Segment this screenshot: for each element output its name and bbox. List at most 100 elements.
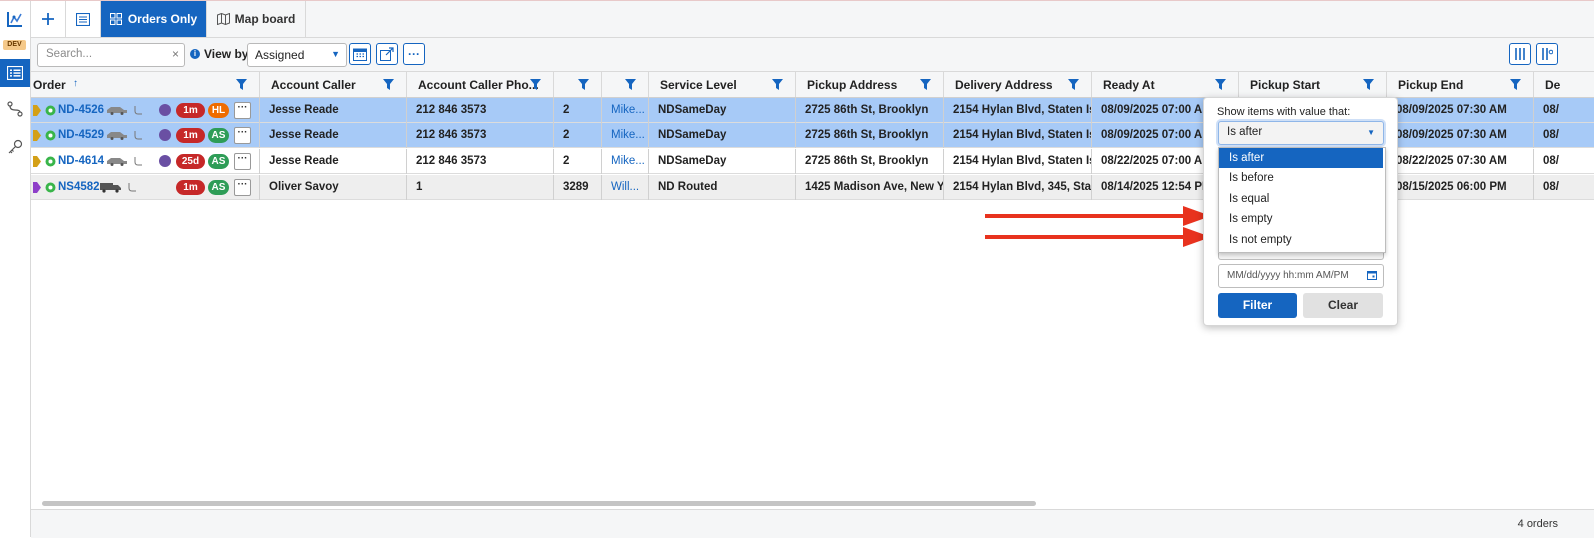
tab-bar: Orders Only Map board [31, 1, 1594, 38]
annotation-arrows [985, 206, 1211, 247]
driver-cell: Mike... [602, 98, 649, 123]
filter-operator-label: Show items with value that: [1217, 106, 1351, 118]
count-cell: 3289 [554, 175, 602, 200]
caller-cell: Jesse Reade [260, 149, 407, 174]
row-more-button[interactable]: ··· [234, 102, 251, 119]
route-small-icon [128, 183, 136, 192]
service-cell: ND Routed [649, 175, 796, 200]
order-link[interactable]: ND-4614 [58, 155, 104, 167]
column-header-delivery[interactable]: De [1534, 72, 1594, 97]
calendar-button[interactable] [349, 43, 371, 65]
filter-icon[interactable] [1363, 79, 1374, 90]
filter-icon[interactable] [1215, 79, 1226, 90]
order-cell: NS4582 1m AS ··· [31, 175, 260, 200]
filter-icon[interactable] [1510, 79, 1521, 90]
status-circle-icon [45, 105, 56, 116]
column-header-account-caller[interactable]: Account Caller [260, 72, 407, 97]
option-is-empty[interactable]: Is empty [1219, 209, 1383, 229]
info-icon[interactable]: i [190, 49, 200, 59]
filter-icon[interactable] [236, 79, 247, 90]
column-settings-button[interactable] [1536, 43, 1558, 65]
order-cell: ND-4614 25d AS ··· [31, 149, 260, 174]
calendar-icon[interactable] [1367, 270, 1377, 280]
filter-icon[interactable] [383, 79, 394, 90]
row-more-button[interactable]: ··· [234, 127, 251, 144]
env-badge: DEV [3, 40, 26, 50]
sort-asc-icon[interactable]: ↑ [73, 78, 78, 89]
order-link[interactable]: ND-4526 [58, 104, 104, 116]
pickup-address-cell: 1425 Madison Ave, New Y... [796, 175, 944, 200]
filter-icon[interactable] [530, 79, 541, 90]
option-is-not-empty[interactable]: Is not empty [1219, 230, 1383, 250]
toolbar: Search... × i View by Assigned ▼ ··· [31, 38, 1594, 72]
column-header-account-caller-phone[interactable]: Account Caller Pho... [407, 72, 554, 97]
driver-link[interactable]: Will... [611, 181, 639, 193]
option-is-before[interactable]: Is before [1219, 168, 1383, 188]
route-small-icon [134, 157, 142, 166]
nav-orders-list[interactable] [0, 59, 30, 87]
view-by-select[interactable]: Assigned ▼ [247, 43, 347, 67]
table-icon [76, 12, 90, 26]
column-header-order[interactable]: Order ↑ [31, 72, 260, 97]
nav-routes[interactable] [0, 96, 30, 122]
export-icon [380, 47, 394, 61]
app-logo-icon[interactable] [4, 9, 26, 31]
column-header-driver[interactable] [602, 72, 649, 97]
order-link[interactable]: NS4582 [58, 181, 100, 193]
tab-orders-only[interactable]: Orders Only [101, 1, 207, 37]
filter-icon[interactable] [772, 79, 783, 90]
dispatch-button[interactable] [376, 43, 398, 65]
option-is-equal[interactable]: Is equal [1219, 189, 1383, 209]
pickup-address-cell: 2725 86th St, Brooklyn [796, 123, 944, 148]
driver-link[interactable]: Mike... [611, 155, 645, 167]
view-by-value: Assigned [255, 48, 305, 62]
driver-link[interactable]: Mike... [611, 129, 645, 141]
row-more-button[interactable]: ··· [234, 179, 251, 196]
columns-button[interactable] [1509, 43, 1531, 65]
column-header-service-level[interactable]: Service Level [649, 72, 796, 97]
clear-search-icon[interactable]: × [172, 47, 179, 61]
column-header-delivery-address[interactable]: Delivery Address [944, 72, 1092, 97]
delivery-address-cell: 2154 Hylan Blvd, Staten Isl... [944, 149, 1092, 174]
list-view-button[interactable] [66, 1, 101, 37]
more-actions-button[interactable]: ··· [403, 43, 425, 65]
caller-cell: Jesse Reade [260, 123, 407, 148]
chevron-down-icon: ▼ [331, 49, 340, 59]
date-input[interactable]: MM/dd/yyyy hh:mm AM/PM [1218, 264, 1384, 288]
horizontal-scrollbar[interactable] [42, 501, 1036, 506]
grid-icon [109, 13, 122, 25]
column-header-pickup-end[interactable]: Pickup End [1387, 72, 1534, 97]
column-header-pickup-start[interactable]: Pickup Start [1239, 72, 1387, 97]
filter-icon[interactable] [1068, 79, 1079, 90]
truck-icon [100, 183, 121, 193]
age-badge: 1m [176, 128, 205, 143]
order-link[interactable]: ND-4529 [58, 129, 104, 141]
driver-link[interactable]: Mike... [611, 104, 645, 116]
nav-keys[interactable] [0, 134, 30, 160]
view-by-label: View by [204, 47, 249, 61]
filter-icon[interactable] [625, 79, 636, 90]
filter-operator-options: Is after Is before Is equal Is empty Is … [1218, 147, 1386, 253]
option-is-after[interactable]: Is after [1219, 148, 1383, 168]
filter-icon[interactable] [920, 79, 931, 90]
clear-button[interactable]: Clear [1303, 293, 1383, 318]
filter-operator-select[interactable]: Is after ▼ [1218, 121, 1384, 145]
row-more-button[interactable]: ··· [234, 153, 251, 170]
add-tab-button[interactable] [31, 1, 66, 37]
filter-button[interactable]: Filter [1218, 293, 1297, 318]
column-header-count[interactable] [554, 72, 602, 97]
date-placeholder: MM/dd/yyyy hh:mm AM/PM [1227, 270, 1349, 281]
filter-icon[interactable] [578, 79, 589, 90]
driver-cell: Mike... [602, 149, 649, 174]
status-code-badge: AS [208, 180, 229, 195]
age-badge: 25d [176, 154, 205, 169]
count-cell: 2 [554, 98, 602, 123]
column-header-ready-at[interactable]: Ready At [1092, 72, 1239, 97]
priority-tag-icon [33, 105, 41, 116]
search-input[interactable]: Search... × [37, 43, 185, 67]
column-header-pickup-address[interactable]: Pickup Address [796, 72, 944, 97]
delivery-address-cell: 2154 Hylan Blvd, Staten Isl... [944, 123, 1092, 148]
order-count: 4 orders [1517, 518, 1558, 530]
tab-map-board[interactable]: Map board [207, 1, 306, 37]
car-icon [107, 107, 127, 115]
